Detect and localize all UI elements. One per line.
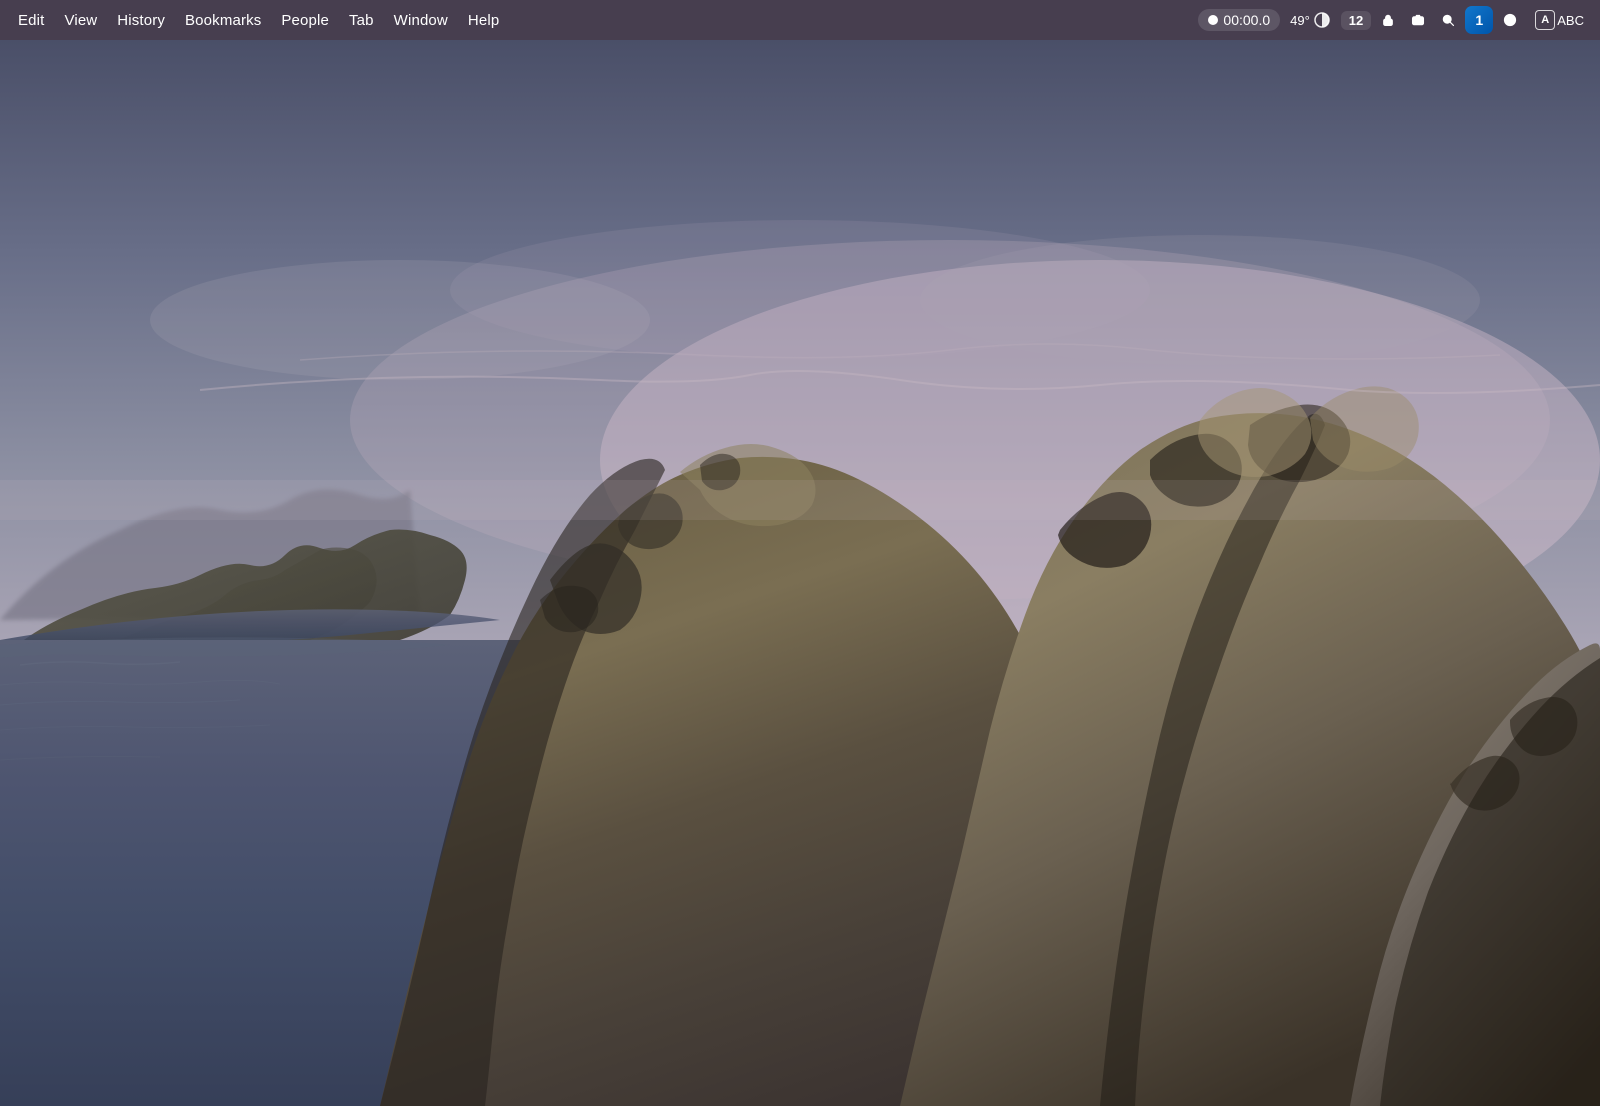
menu-items-left: Edit View History Bookmarks People Tab W… bbox=[8, 8, 509, 33]
desktop-wallpaper bbox=[0, 40, 1600, 1106]
onepassword-label: 1 bbox=[1475, 12, 1483, 28]
badge-count: 12 bbox=[1349, 13, 1363, 28]
spotlight-search-button[interactable] bbox=[1435, 7, 1461, 33]
input-method-label: ABC bbox=[1557, 13, 1584, 28]
screen-capture-button[interactable] bbox=[1405, 7, 1431, 33]
weather-status[interactable]: 49° bbox=[1284, 9, 1337, 31]
browser-icon[interactable] bbox=[1497, 7, 1523, 33]
menu-view[interactable]: View bbox=[54, 8, 107, 33]
menu-people[interactable]: People bbox=[271, 8, 339, 33]
input-method-indicator[interactable]: A ABC bbox=[1527, 8, 1592, 32]
menu-help[interactable]: Help bbox=[458, 8, 509, 33]
recording-time: 00:00.0 bbox=[1223, 12, 1270, 28]
menu-bookmarks[interactable]: Bookmarks bbox=[175, 8, 271, 33]
menubar-right: 00:00.0 49° 12 bbox=[1198, 6, 1592, 34]
recording-dot-icon bbox=[1208, 15, 1218, 25]
camera-icon bbox=[1411, 11, 1425, 29]
weather-icon bbox=[1313, 11, 1331, 29]
temperature-value: 49° bbox=[1290, 13, 1310, 28]
mountain-svg bbox=[0, 40, 1600, 1106]
lock-icon bbox=[1381, 11, 1395, 29]
notification-badge[interactable]: 12 bbox=[1341, 11, 1371, 30]
menu-history[interactable]: History bbox=[107, 8, 175, 33]
input-method-icon: A bbox=[1535, 10, 1555, 30]
onepassword-icon[interactable]: 1 bbox=[1465, 6, 1493, 34]
screen-recording-indicator[interactable]: 00:00.0 bbox=[1198, 9, 1280, 31]
menu-window[interactable]: Window bbox=[384, 8, 458, 33]
screen-lock-button[interactable] bbox=[1375, 7, 1401, 33]
globe-icon bbox=[1503, 10, 1517, 30]
menubar: Edit View History Bookmarks People Tab W… bbox=[0, 0, 1600, 40]
menu-edit[interactable]: Edit bbox=[8, 8, 54, 33]
search-icon bbox=[1441, 11, 1455, 29]
menu-tab[interactable]: Tab bbox=[339, 8, 384, 33]
